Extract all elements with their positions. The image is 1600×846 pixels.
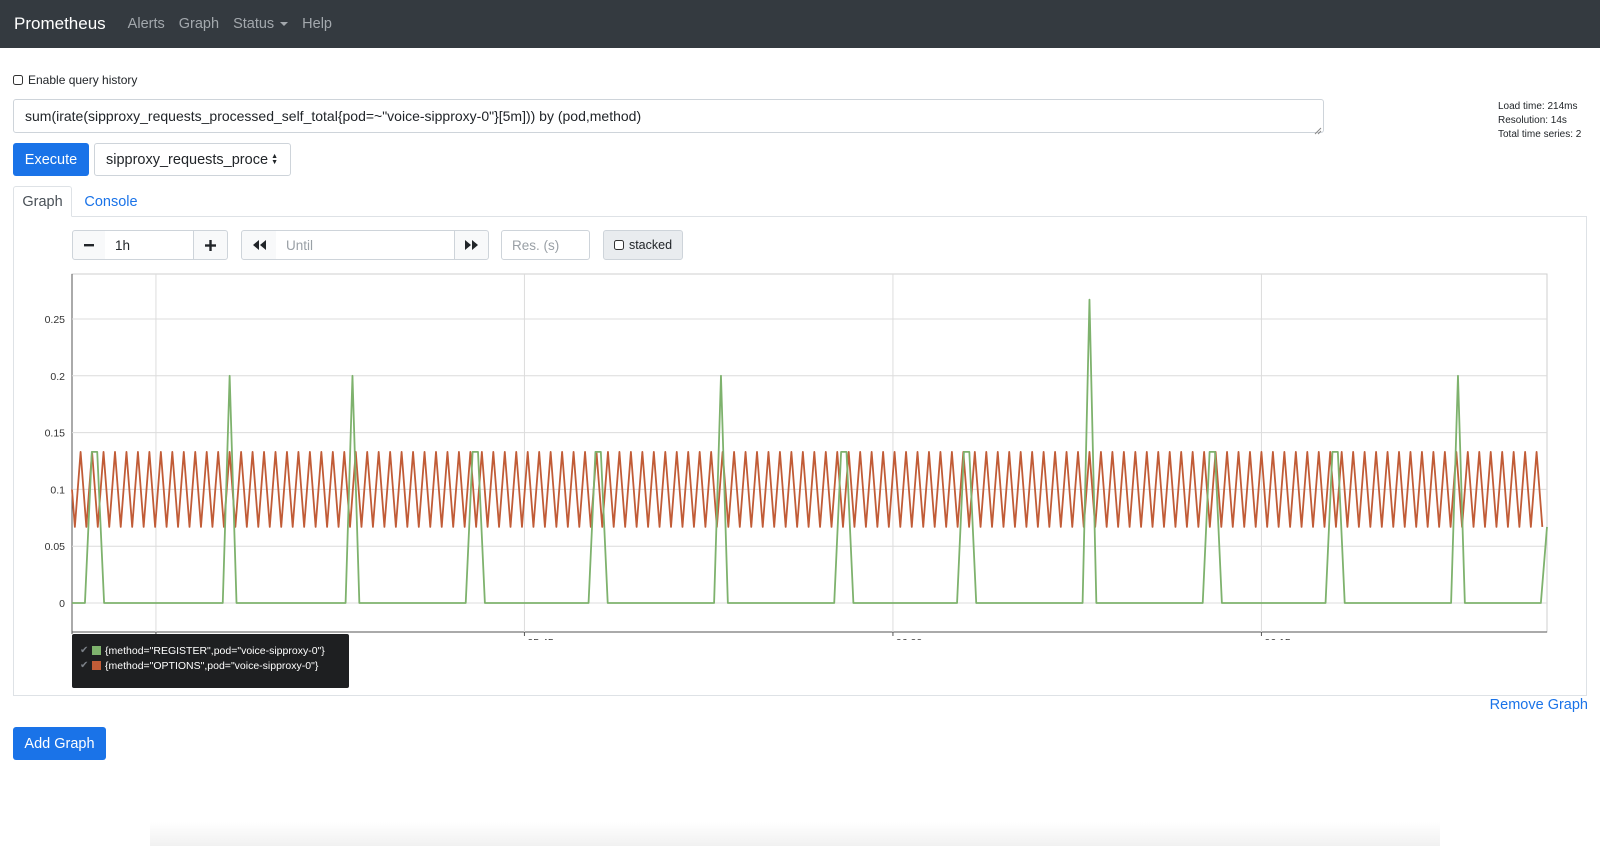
resolution-input[interactable]: Res. (s) xyxy=(501,230,590,260)
minus-icon xyxy=(84,244,94,247)
stacked-toggle[interactable]: stacked xyxy=(603,230,683,260)
y-tick-label: 0.1 xyxy=(50,484,65,496)
y-tick-label: 0.2 xyxy=(50,371,65,383)
x-tick-label: 05:45 xyxy=(527,637,553,640)
stacked-checkbox-icon xyxy=(613,240,624,250)
check-icon: ✔ xyxy=(80,660,89,671)
until-input[interactable]: Until xyxy=(276,230,455,260)
legend-swatch xyxy=(92,661,101,670)
nav-alerts[interactable]: Alerts xyxy=(128,16,165,32)
expression-input[interactable]: sum(irate(sipproxy_requests_processed_se… xyxy=(13,99,1324,133)
remove-graph-link[interactable]: Remove Graph xyxy=(1490,697,1588,713)
step-back-button[interactable] xyxy=(241,230,277,260)
chart-legend: ✔ {method="REGISTER",pod="voice-sipproxy… xyxy=(72,634,349,688)
legend-item-options[interactable]: ✔ {method="OPTIONS",pod="voice-sipproxy-… xyxy=(80,658,341,673)
y-tick-label: 0.05 xyxy=(45,541,66,553)
checkbox-icon[interactable] xyxy=(13,75,23,85)
nav-status-dropdown[interactable]: Status xyxy=(233,16,289,32)
navbar: Prometheus Alerts Graph Status Help xyxy=(0,0,1600,48)
legend-label: {method="OPTIONS",pod="voice-sipproxy-0"… xyxy=(105,659,319,672)
total-series: Total time series: 2 xyxy=(1498,129,1582,140)
x-tick-label: 06:00 xyxy=(896,637,922,640)
expand-range-button[interactable] xyxy=(193,230,228,260)
plot-frame xyxy=(71,273,1548,633)
query-history-label: Enable query history xyxy=(28,73,138,87)
metric-select-value: sipproxy_requests_proce xyxy=(106,151,269,168)
y-tick-label: 0 xyxy=(59,598,65,610)
graph-chart: 00.050.10.150.20.2505:3005:4506:0006:15 xyxy=(45,273,1548,640)
resize-grip-icon[interactable] xyxy=(1313,122,1322,135)
execute-button[interactable]: Execute xyxy=(13,143,89,176)
resolution: Resolution: 14s xyxy=(1498,115,1567,126)
y-tick-label: 0.25 xyxy=(45,314,66,326)
load-time: Load time: 214ms xyxy=(1498,101,1578,112)
legend-item-register[interactable]: ✔ {method="REGISTER",pod="voice-sipproxy… xyxy=(80,643,341,658)
x-tick-label: 06:15 xyxy=(1264,637,1290,640)
range-input[interactable]: 1h xyxy=(105,230,194,260)
brand-link[interactable]: Prometheus xyxy=(14,14,106,34)
forward-icon xyxy=(465,240,478,250)
nav-status-label: Status xyxy=(233,16,275,32)
tab-bar: Graph Console xyxy=(13,186,1587,217)
stacked-label: stacked xyxy=(628,238,673,252)
page-shadow xyxy=(150,822,1440,846)
caret-down-icon xyxy=(280,22,289,26)
tab-graph[interactable]: Graph xyxy=(13,186,72,217)
plus-icon xyxy=(205,239,216,251)
y-tick-label: 0.15 xyxy=(45,428,66,440)
nav-graph[interactable]: Graph xyxy=(179,16,219,32)
check-icon: ✔ xyxy=(80,645,89,656)
metric-select[interactable]: sipproxy_requests_proce ▲ ▼ xyxy=(94,143,291,176)
step-forward-button[interactable] xyxy=(454,230,489,260)
query-stats: Load time: 214ms Resolution: 14s Total t… xyxy=(1498,100,1581,142)
legend-swatch xyxy=(92,646,101,655)
add-graph-button[interactable]: Add Graph xyxy=(13,727,106,760)
query-history-toggle[interactable]: Enable query history xyxy=(13,73,137,87)
tab-console[interactable]: Console xyxy=(80,186,142,217)
select-arrows-icon: ▲ ▼ xyxy=(271,153,278,166)
shrink-range-button[interactable] xyxy=(72,230,106,260)
backward-icon xyxy=(252,240,266,250)
nav-help[interactable]: Help xyxy=(302,16,332,32)
legend-label: {method="REGISTER",pod="voice-sipproxy-0… xyxy=(105,644,325,657)
